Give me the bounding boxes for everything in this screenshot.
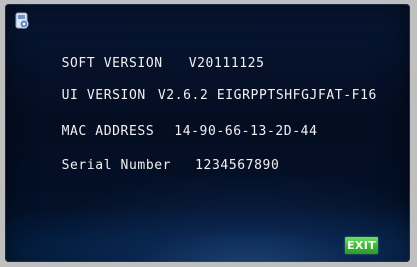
serial-number-row: Serial Number 1234567890 — [11, 142, 279, 190]
mac-address-value: 14-90-66-13-2D-44 — [174, 124, 318, 139]
mac-address-label: MAC ADDRESS — [61, 124, 155, 139]
soft-version-label: SOFT VERSION — [61, 56, 163, 71]
device-settings-icon — [15, 12, 29, 29]
device-bezel: SOFT VERSION V20111125 UI VERSION V2.6.2 E… — [0, 0, 417, 267]
soft-version-value: V20111125 — [188, 56, 265, 71]
serial-number-label: Serial Number — [61, 158, 172, 173]
ui-version-value: V2.6.2 EIGRPPTSHFGJFAT-F16 — [157, 88, 377, 103]
info-screen: SOFT VERSION V20111125 UI VERSION V2.6.2 E… — [5, 4, 410, 262]
serial-number-value: 1234567890 — [195, 158, 280, 173]
exit-button[interactable]: EXIT — [345, 237, 378, 254]
ui-version-label: UI VERSION — [61, 88, 146, 103]
